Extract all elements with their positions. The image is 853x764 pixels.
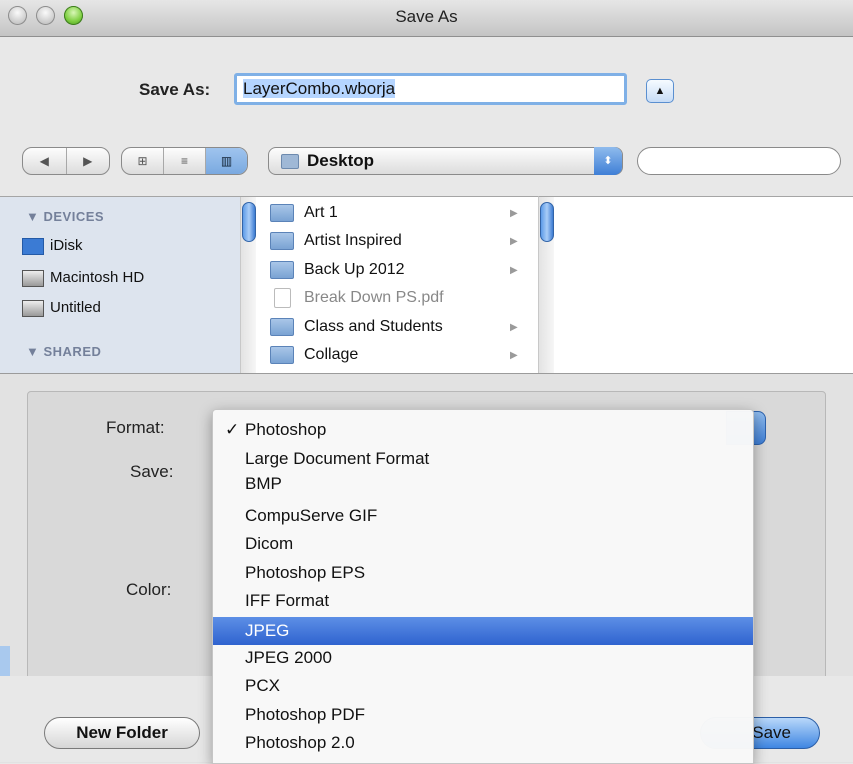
menu-item-iff-format[interactable]: IFF Format (213, 589, 753, 613)
menu-item-label: BMP (245, 474, 282, 493)
menu-item-label: IFF Format (245, 591, 330, 610)
menu-item-label: CompuServe GIF (245, 506, 378, 525)
menu-item-compuserve-gif[interactable]: CompuServe GIF (213, 504, 753, 528)
save-as-label: Save As: (139, 80, 211, 99)
devices-header[interactable]: ▼ DEVICES (26, 209, 104, 224)
folder-icon (281, 153, 299, 169)
file-column: Art 1 ▶ Artist Inspired ▶ Back Up 2012 ▶ Br… (240, 196, 538, 373)
format-label: Format: (106, 418, 165, 437)
list-item[interactable]: Back Up 2012 ▶ (270, 258, 526, 282)
shared-header[interactable]: ▼ SHARED (26, 344, 101, 359)
folder-icon (270, 318, 294, 336)
back-arrow-icon: ◀ (39, 154, 49, 168)
menu-item-label: Photoshop (245, 420, 327, 439)
menu-item-photoshop-eps[interactable]: Photoshop EPS (213, 561, 753, 585)
disclosure-arrow-icon: ▶ (510, 235, 518, 247)
back-button[interactable]: ◀ (23, 148, 67, 174)
hard-drive-icon (22, 300, 44, 317)
column-scrollbar[interactable] (538, 197, 554, 373)
title-bar: Save As (0, 0, 853, 37)
file-name: Artist Inspired (304, 232, 402, 249)
sidebar-item-macintosh-hd[interactable]: Macintosh HD (22, 269, 145, 287)
folder-icon (270, 261, 294, 279)
file-name: Back Up 2012 (304, 261, 405, 278)
menu-item-label: Photoshop 2.0 (245, 733, 355, 752)
menu-item-label: JPEG (245, 621, 290, 640)
triangle-up-icon: ▲ (654, 85, 666, 97)
list-item[interactable]: Artist Inspired ▶ (270, 229, 526, 253)
menu-item-jpeg[interactable]: JPEG (213, 617, 753, 645)
sidebar-item-label: Untitled (50, 299, 101, 316)
sidebar-scrollbar[interactable] (240, 197, 256, 373)
menu-item-large-document-format[interactable]: Large Document Format (213, 447, 753, 471)
sidebar-item-label: Macintosh HD (50, 269, 145, 286)
list-item[interactable]: Collage ▶ (270, 343, 526, 367)
column-view-button[interactable]: ▥ (206, 148, 247, 174)
new-folder-button[interactable]: New Folder (44, 717, 200, 749)
menu-item-dicom[interactable]: Dicom (213, 532, 753, 556)
collapse-browser-button[interactable]: ▲ (646, 79, 674, 103)
menu-item-label: PCX (245, 676, 280, 695)
format-menu: ✓ Photoshop Large Document Format BMP Com… (212, 409, 754, 764)
menu-item-label: Photoshop EPS (245, 563, 366, 582)
disclosure-arrow-icon: ▶ (510, 207, 518, 219)
grid-icon: ⊞ (137, 154, 148, 168)
back-forward-control: ◀ ▶ (22, 147, 110, 175)
menu-item-label: JPEG 2000 (245, 648, 332, 667)
columns-icon: ▥ (220, 154, 233, 168)
menu-item-photoshop[interactable]: ✓ Photoshop (213, 418, 753, 442)
list-view-button[interactable]: ≡ (164, 148, 206, 174)
forward-arrow-icon: ▶ (83, 154, 93, 168)
disclosure-arrow-icon: ▶ (510, 321, 518, 333)
folder-icon (270, 346, 294, 364)
background-window-edge (0, 646, 10, 676)
file-column-empty (538, 196, 853, 373)
disclosure-arrow-icon: ▶ (510, 349, 518, 361)
filename-text: LayerCombo.wborja (243, 79, 396, 98)
menu-item-jpeg-2000[interactable]: JPEG 2000 (213, 646, 753, 670)
menu-item-label: Large Document Format (245, 449, 430, 468)
save-options-label: Save: (130, 462, 174, 481)
menu-item-label: Photoshop PDF (245, 705, 366, 724)
menu-item-bmp[interactable]: BMP (213, 472, 753, 496)
disclosure-arrow-icon: ▶ (510, 264, 518, 276)
window-title: Save As (395, 7, 458, 26)
list-item[interactable]: Break Down PS.pdf (274, 286, 526, 310)
file-name: Collage (304, 346, 359, 363)
checkmark-icon: ✓ (225, 420, 240, 439)
list-item[interactable]: Class and Students ▶ (270, 315, 526, 339)
menu-item-photoshop-pdf[interactable]: Photoshop PDF (213, 703, 753, 727)
hard-drive-icon (22, 270, 44, 287)
forward-button[interactable]: ▶ (67, 148, 110, 174)
list-item[interactable]: Art 1 ▶ (270, 201, 526, 225)
view-mode-control: ⊞ ≡ ▥ (121, 147, 248, 175)
folder-icon (270, 204, 294, 222)
scroll-thumb[interactable] (242, 202, 256, 242)
file-name: Break Down PS.pdf (304, 289, 444, 306)
folder-icon (270, 232, 294, 250)
location-label: Desktop (307, 151, 375, 170)
file-name: Art 1 (304, 204, 338, 221)
color-label: Color: (126, 580, 172, 599)
search-input[interactable] (637, 147, 841, 175)
idisk-icon (22, 238, 44, 255)
scroll-thumb[interactable] (540, 202, 554, 242)
sidebar-item-label: iDisk (50, 237, 83, 254)
pdf-icon (274, 288, 291, 308)
menu-item-photoshop-2[interactable]: Photoshop 2.0 (213, 731, 753, 755)
file-name: Class and Students (304, 318, 443, 335)
icon-view-button[interactable]: ⊞ (122, 148, 164, 174)
sidebar-item-idisk[interactable]: iDisk (22, 237, 83, 255)
menu-item-label: Dicom (245, 534, 294, 553)
popup-stepper-icon: ⬍ (594, 147, 622, 175)
menu-item-pcx[interactable]: PCX (213, 674, 753, 698)
sidebar: ▼ DEVICES iDisk Macintosh HD Untitled ▼ … (0, 196, 240, 373)
sidebar-item-untitled[interactable]: Untitled (22, 299, 101, 317)
filename-field[interactable]: LayerCombo.wborja (234, 73, 627, 105)
list-icon: ≡ (180, 154, 188, 168)
location-popup[interactable]: Desktop ⬍ (268, 147, 623, 175)
